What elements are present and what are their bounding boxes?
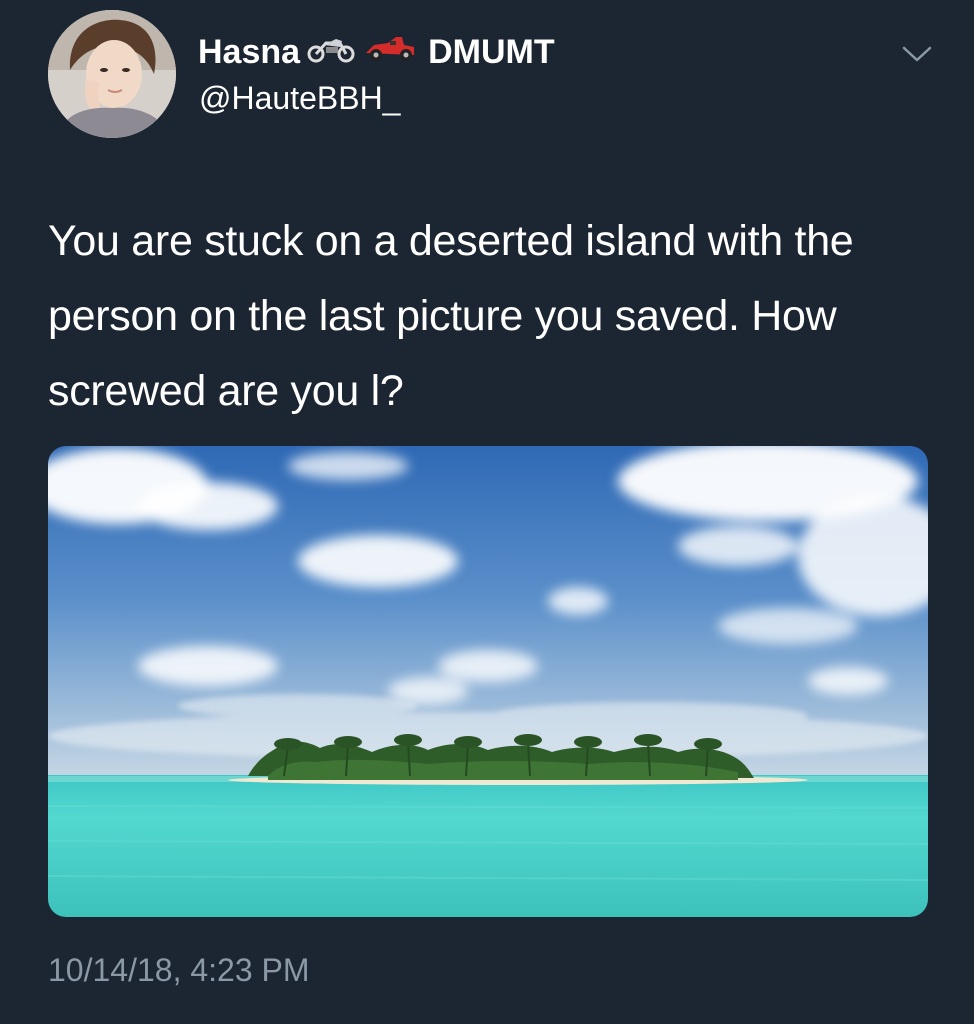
user-handle[interactable]: @HauteBBH_ — [199, 80, 400, 117]
chevron-down-icon[interactable] — [900, 42, 934, 66]
display-name-row[interactable]: Hasna DMUMT — [198, 30, 555, 74]
tweet: Hasna DMUMT @HauteBBH_ You are stuck on … — [0, 0, 974, 1024]
race-car-icon — [362, 33, 418, 72]
tweet-text: You are stuck on a deserted island with … — [48, 217, 854, 415]
tweet-media-image[interactable] — [48, 446, 928, 917]
avatar[interactable] — [48, 10, 176, 138]
avatar-image — [48, 10, 176, 138]
tweet-timestamp[interactable]: 10/14/18, 4:23 PM — [48, 952, 310, 989]
display-name[interactable]: Hasna — [198, 33, 300, 72]
motorcycle-icon — [306, 33, 356, 72]
island-photo — [48, 446, 928, 917]
display-name-suffix[interactable]: DMUMT — [428, 33, 555, 72]
